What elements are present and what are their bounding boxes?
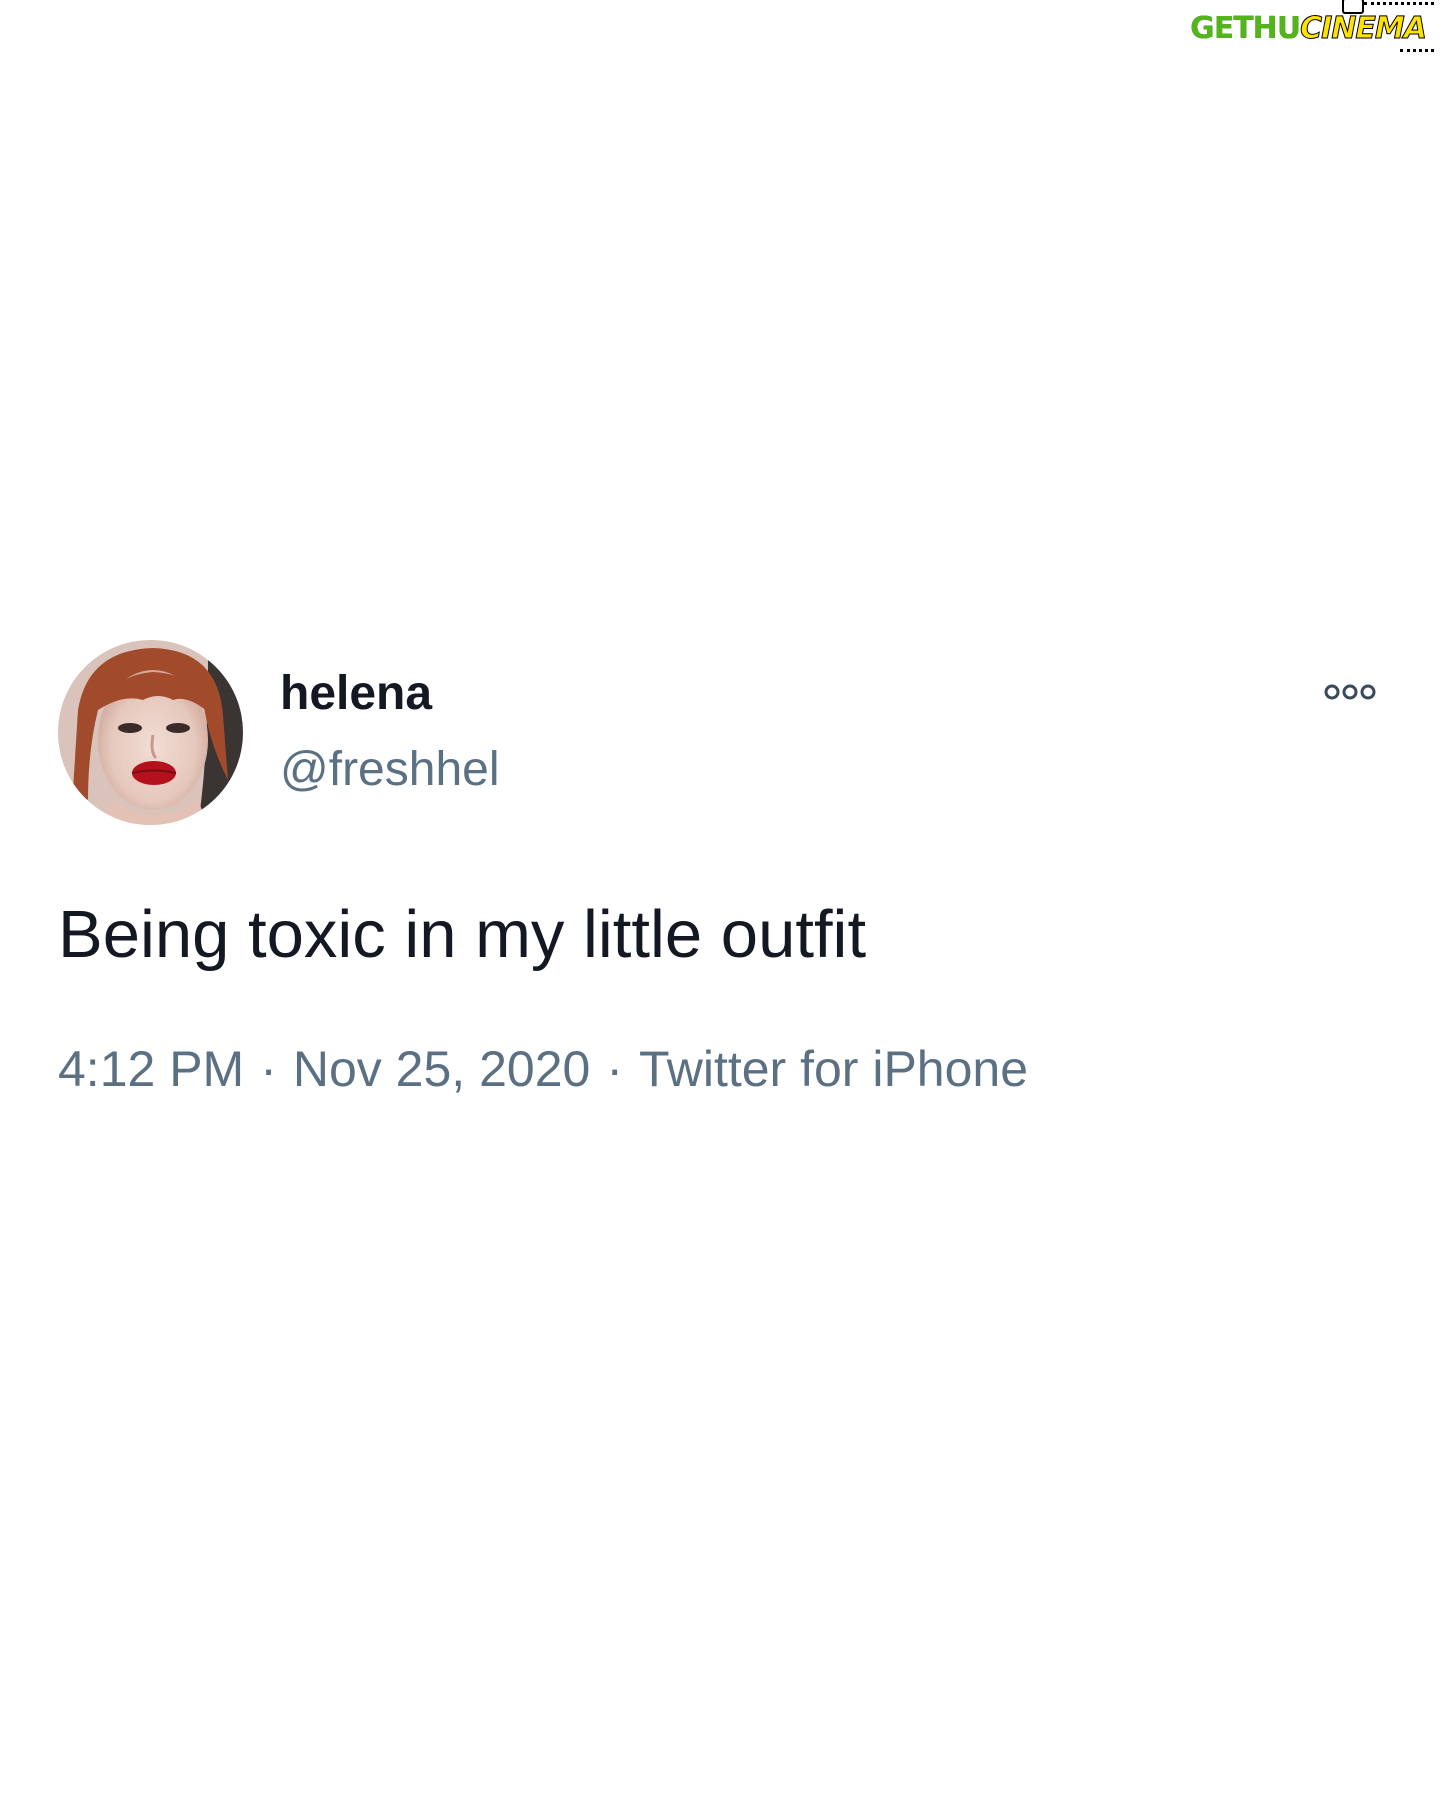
logo-text-part2: CINEMA [1300,11,1428,46]
gethu-cinema-logo: GETHU CINEMA [1182,0,1434,52]
user-info: helena @freshhel [280,670,500,794]
meta-separator: · [606,1040,623,1097]
avatar[interactable] [58,640,243,825]
more-options-icon [1324,684,1376,700]
film-strip-icon [1364,2,1434,13]
user-handle[interactable]: @freshhel [280,746,500,794]
tweet-meta: 4:12 PM · Nov 25, 2020 · Twitter for iPh… [58,1044,1388,1094]
tweet-header: helena @freshhel [58,640,1388,830]
tweet-source[interactable]: Twitter for iPhone [639,1044,1028,1094]
logo-text-part1: GETHU [1190,11,1301,46]
meta-separator: · [260,1040,277,1097]
display-name[interactable]: helena [280,670,500,718]
tweet-date[interactable]: Nov 25, 2020 [293,1044,590,1094]
tweet-time[interactable]: 4:12 PM [58,1044,244,1094]
camera-icon [1342,0,1364,14]
more-options-button[interactable] [1322,678,1378,706]
tweet-text: Being toxic in my little outfit [58,897,867,972]
avatar-image [58,640,243,825]
tweet-card: helena @freshhel Being toxic in my littl… [58,640,1388,1094]
film-strip-icon [1400,49,1434,58]
